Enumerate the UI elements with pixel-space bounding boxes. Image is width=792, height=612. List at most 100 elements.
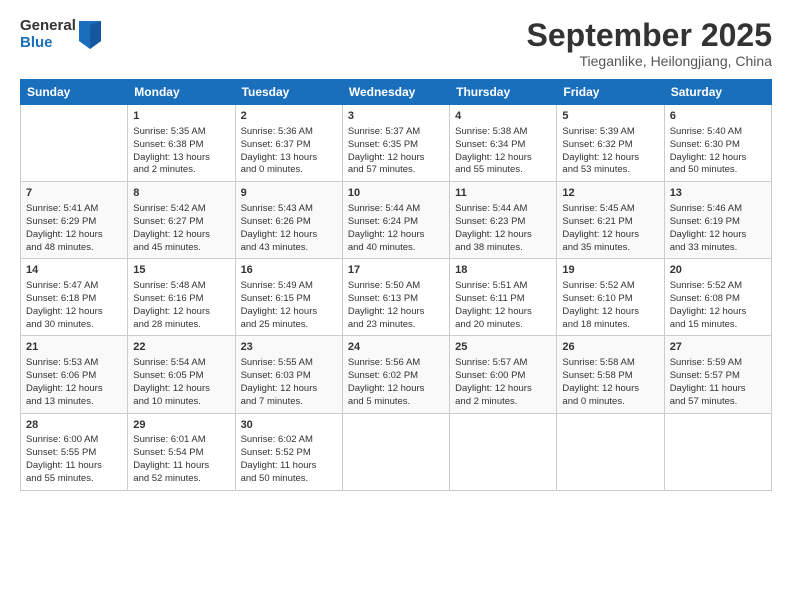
day-info: Sunrise: 5:57 AM <box>455 357 551 370</box>
day-info: Sunrise: 5:36 AM <box>241 126 337 139</box>
day-number: 29 <box>133 418 229 433</box>
col-saturday: Saturday <box>664 80 771 105</box>
table-row <box>557 413 664 490</box>
day-info: Daylight: 11 hours <box>26 460 122 473</box>
day-info: and 20 minutes. <box>455 319 551 332</box>
day-number: 4 <box>455 109 551 124</box>
table-row: 23Sunrise: 5:55 AMSunset: 6:03 PMDayligh… <box>235 336 342 413</box>
day-info: Sunrise: 5:49 AM <box>241 280 337 293</box>
day-info: Sunrise: 5:44 AM <box>455 203 551 216</box>
calendar-table: Sunday Monday Tuesday Wednesday Thursday… <box>20 79 772 490</box>
table-row: 28Sunrise: 6:00 AMSunset: 5:55 PMDayligh… <box>21 413 128 490</box>
day-info: Sunset: 5:52 PM <box>241 447 337 460</box>
day-info: Daylight: 12 hours <box>455 152 551 165</box>
day-info: Sunset: 6:21 PM <box>562 216 658 229</box>
day-info: Sunset: 6:23 PM <box>455 216 551 229</box>
calendar-header-row: Sunday Monday Tuesday Wednesday Thursday… <box>21 80 772 105</box>
day-info: and 35 minutes. <box>562 242 658 255</box>
day-info: and 28 minutes. <box>133 319 229 332</box>
table-row: 8Sunrise: 5:42 AMSunset: 6:27 PMDaylight… <box>128 182 235 259</box>
logo-blue: Blue <box>20 35 76 52</box>
day-info: Sunset: 6:08 PM <box>670 293 766 306</box>
col-sunday: Sunday <box>21 80 128 105</box>
day-info: and 52 minutes. <box>133 473 229 486</box>
day-info: Sunrise: 5:47 AM <box>26 280 122 293</box>
day-number: 11 <box>455 186 551 201</box>
day-info: Daylight: 12 hours <box>562 306 658 319</box>
table-row: 16Sunrise: 5:49 AMSunset: 6:15 PMDayligh… <box>235 259 342 336</box>
day-number: 23 <box>241 340 337 355</box>
day-info: and 2 minutes. <box>455 396 551 409</box>
logo-text: General Blue <box>20 18 76 51</box>
day-info: Sunset: 6:10 PM <box>562 293 658 306</box>
day-number: 1 <box>133 109 229 124</box>
day-number: 20 <box>670 263 766 278</box>
day-number: 7 <box>26 186 122 201</box>
day-number: 9 <box>241 186 337 201</box>
table-row: 11 Sunrise: 5:44 AMSunset: 6:23 PMDayligh… <box>450 182 557 259</box>
day-info: Daylight: 12 hours <box>670 152 766 165</box>
day-info: Sunrise: 5:42 AM <box>133 203 229 216</box>
day-info: and 23 minutes. <box>348 319 444 332</box>
day-number: 24 <box>348 340 444 355</box>
calendar-week-row: 1Sunrise: 5:35 AMSunset: 6:38 PMDaylight… <box>21 105 772 182</box>
day-info: Sunset: 6:37 PM <box>241 139 337 152</box>
day-info: Daylight: 12 hours <box>133 229 229 242</box>
day-number: 15 <box>133 263 229 278</box>
day-info: Daylight: 12 hours <box>670 229 766 242</box>
day-info: and 53 minutes. <box>562 164 658 177</box>
day-info: and 40 minutes. <box>348 242 444 255</box>
table-row <box>664 413 771 490</box>
day-info: Sunset: 6:38 PM <box>133 139 229 152</box>
table-row: 22Sunrise: 5:54 AMSunset: 6:05 PMDayligh… <box>128 336 235 413</box>
day-info: and 45 minutes. <box>133 242 229 255</box>
day-info: Sunset: 5:54 PM <box>133 447 229 460</box>
day-info: Daylight: 12 hours <box>241 383 337 396</box>
table-row: 27Sunrise: 5:59 AMSunset: 5:57 PMDayligh… <box>664 336 771 413</box>
day-info: Sunrise: 5:52 AM <box>670 280 766 293</box>
day-info: Daylight: 12 hours <box>26 306 122 319</box>
table-row: 25Sunrise: 5:57 AMSunset: 6:00 PMDayligh… <box>450 336 557 413</box>
day-info: and 43 minutes. <box>241 242 337 255</box>
day-info: and 13 minutes. <box>26 396 122 409</box>
day-info: Daylight: 12 hours <box>133 306 229 319</box>
day-info: Sunset: 6:18 PM <box>26 293 122 306</box>
table-row: 29Sunrise: 6:01 AMSunset: 5:54 PMDayligh… <box>128 413 235 490</box>
day-info: Daylight: 11 hours <box>133 460 229 473</box>
day-info: Daylight: 12 hours <box>348 383 444 396</box>
day-info: Daylight: 12 hours <box>562 383 658 396</box>
day-info: Sunrise: 5:44 AM <box>348 203 444 216</box>
day-info: Sunrise: 5:45 AM <box>562 203 658 216</box>
table-row: 2Sunrise: 5:36 AMSunset: 6:37 PMDaylight… <box>235 105 342 182</box>
day-info: Sunset: 6:00 PM <box>455 370 551 383</box>
day-info: Sunset: 6:30 PM <box>670 139 766 152</box>
day-info: Sunrise: 5:59 AM <box>670 357 766 370</box>
day-info: Sunrise: 5:41 AM <box>26 203 122 216</box>
day-info: and 50 minutes. <box>670 164 766 177</box>
day-info: Sunrise: 6:00 AM <box>26 434 122 447</box>
day-info: Sunrise: 5:43 AM <box>241 203 337 216</box>
day-info: and 30 minutes. <box>26 319 122 332</box>
day-info: Sunrise: 5:38 AM <box>455 126 551 139</box>
day-info: Sunset: 6:19 PM <box>670 216 766 229</box>
day-info: Daylight: 12 hours <box>455 229 551 242</box>
day-number: 17 <box>348 263 444 278</box>
day-info: Daylight: 12 hours <box>455 383 551 396</box>
col-friday: Friday <box>557 80 664 105</box>
table-row: 21Sunrise: 5:53 AMSunset: 6:06 PMDayligh… <box>21 336 128 413</box>
day-number: 13 <box>670 186 766 201</box>
calendar-week-row: 7Sunrise: 5:41 AMSunset: 6:29 PMDaylight… <box>21 182 772 259</box>
page-header: General Blue September 2025 Tieganlike, … <box>20 18 772 69</box>
day-number: 19 <box>562 263 658 278</box>
table-row: 26Sunrise: 5:58 AMSunset: 5:58 PMDayligh… <box>557 336 664 413</box>
day-info: Sunset: 6:15 PM <box>241 293 337 306</box>
day-number: 10 <box>348 186 444 201</box>
location: Tieganlike, Heilongjiang, China <box>527 53 772 69</box>
day-info: and 0 minutes. <box>562 396 658 409</box>
table-row: 15Sunrise: 5:48 AMSunset: 6:16 PMDayligh… <box>128 259 235 336</box>
month-title: September 2025 <box>527 18 772 53</box>
day-info: Sunrise: 5:40 AM <box>670 126 766 139</box>
day-info: Sunrise: 5:50 AM <box>348 280 444 293</box>
day-number: 12 <box>562 186 658 201</box>
day-info: and 15 minutes. <box>670 319 766 332</box>
